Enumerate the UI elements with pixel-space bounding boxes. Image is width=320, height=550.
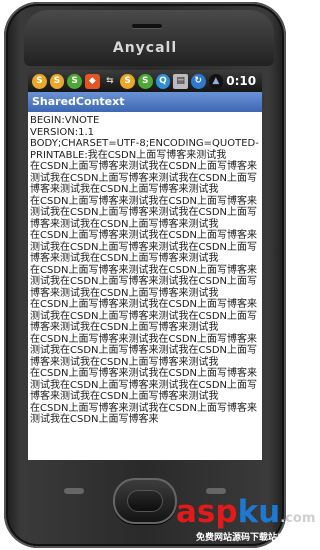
device-screen: S S S ◆ ⇆ S S Q ▤ ↻ ▲ 0:10 SharedContext… — [28, 70, 262, 460]
signal-icon: ▲ — [208, 73, 224, 89]
menu-key[interactable] — [64, 488, 84, 494]
sync-icon: ↻ — [190, 73, 206, 89]
sina-icon[interactable]: S — [32, 73, 47, 89]
app-title: SharedContext — [32, 95, 125, 108]
qq-icon[interactable]: Q — [155, 73, 171, 89]
sina-icon[interactable]: S — [137, 73, 153, 89]
sd-card-icon: ▤ — [173, 73, 188, 89]
vnote-content-text[interactable]: BEGIN:VNOTE VERSION:1.1 BODY;CHARSET=UTF… — [28, 113, 262, 460]
weibo-icon[interactable]: ◆ — [84, 73, 100, 89]
status-clock: 0:10 — [226, 74, 257, 88]
earpiece-speaker — [132, 24, 162, 28]
sina-icon[interactable]: S — [67, 73, 82, 89]
sina-icon[interactable]: S — [120, 73, 135, 89]
watermark-tagline: 免费网站源码下载站! — [196, 533, 282, 543]
status-bar: S S S ◆ ⇆ S S Q ▤ ↻ ▲ 0:10 — [28, 70, 262, 92]
home-button[interactable] — [113, 478, 177, 524]
brand-logo: Anycall — [112, 40, 178, 56]
app-title-bar: SharedContext — [28, 92, 262, 112]
phone-top-bezel — [24, 10, 274, 66]
sina-icon[interactable]: S — [49, 73, 65, 89]
usb-icon: ⇆ — [106, 76, 114, 86]
